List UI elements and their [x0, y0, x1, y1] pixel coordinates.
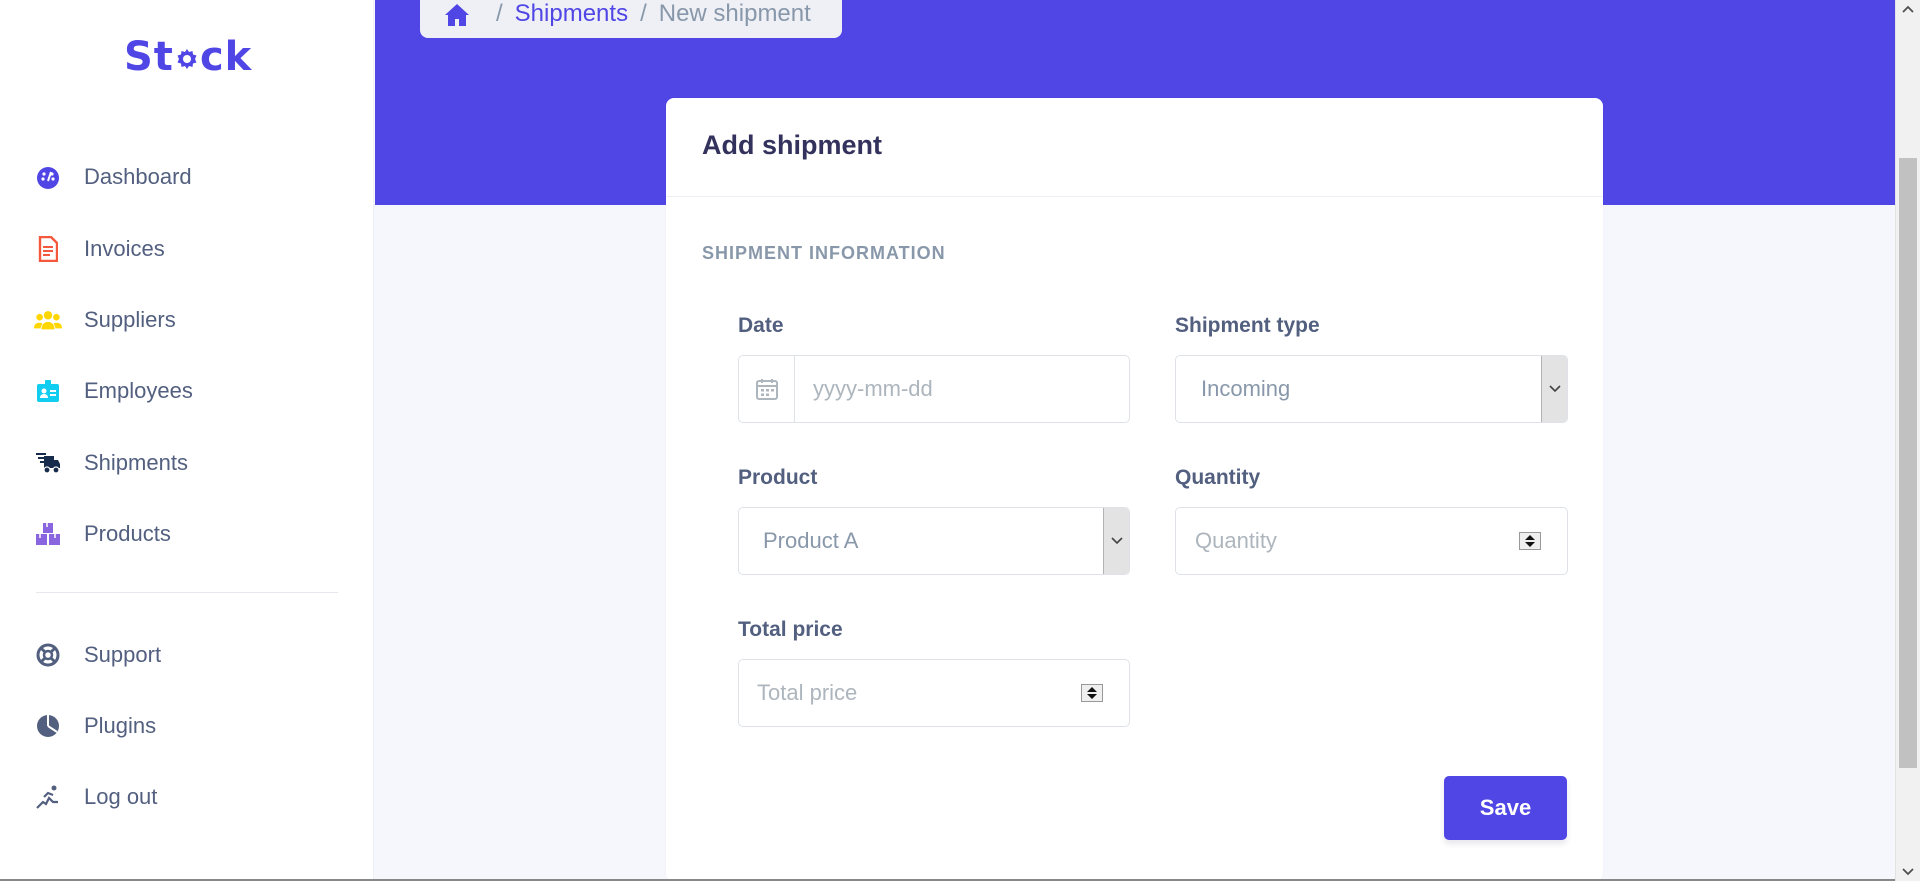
running-logout-icon [34, 783, 62, 811]
spinner-arrows-icon [1087, 687, 1097, 699]
save-button[interactable]: Save [1444, 776, 1567, 840]
sidebar-item-label: Products [84, 521, 171, 546]
add-shipment-card: Add shipment SHIPMENT INFORMATION Date y… [666, 98, 1603, 881]
product-value: Product A [763, 528, 859, 553]
total-price-input[interactable]: Total price [738, 659, 1130, 727]
spinner-arrows-icon [1525, 535, 1535, 547]
calendar-icon [755, 379, 778, 400]
logo-text-start: St [124, 34, 174, 80]
truck-fast-icon [34, 449, 62, 477]
sidebar-item-shipments[interactable]: Shipments [34, 443, 188, 483]
pie-chart-icon [34, 712, 62, 740]
sidebar-item-label: Support [84, 642, 162, 667]
total-price-placeholder: Total price [757, 680, 858, 705]
id-badge-icon [34, 377, 62, 405]
breadcrumb: / Shipments / New shipment [420, 0, 842, 38]
total-price-spinner[interactable] [1081, 684, 1103, 702]
breadcrumb-current: New shipment [658, 0, 811, 27]
date-label: Date [738, 314, 784, 337]
sidebar-item-plugins[interactable]: Plugins [34, 706, 156, 746]
shipment-type-label: Shipment type [1175, 314, 1320, 337]
sidebar-item-label: Suppliers [84, 307, 176, 332]
date-placeholder: yyyy-mm-dd [813, 376, 933, 401]
sidebar-item-label: Shipments [84, 450, 188, 475]
select-dropdown-button[interactable] [1103, 508, 1129, 574]
breadcrumb-separator: / [496, 0, 503, 27]
breadcrumb-separator: / [640, 0, 647, 27]
dashboard-gauge-icon [34, 163, 62, 191]
scroll-up-arrow-icon[interactable] [1902, 4, 1914, 14]
chevron-down-icon [1548, 385, 1561, 393]
scrollbar-thumb[interactable] [1899, 158, 1917, 768]
shipment-type-value: Incoming [1201, 376, 1291, 401]
date-field[interactable]: yyyy-mm-dd [738, 355, 1130, 423]
quantity-input[interactable]: Quantity [1175, 507, 1568, 575]
chevron-down-icon [1110, 537, 1123, 545]
sidebar-item-label: Employees [84, 378, 193, 403]
card-title: Add shipment [702, 130, 882, 160]
sidebar-item-label: Log out [84, 784, 158, 809]
sidebar-item-label: Invoices [84, 236, 165, 261]
product-label: Product [738, 466, 818, 489]
select-dropdown-button[interactable] [1541, 356, 1567, 422]
logo-text-end: ck [199, 34, 253, 80]
sidebar-divider [36, 592, 338, 593]
sidebar-item-label: Plugins [84, 713, 157, 738]
breadcrumb-link-shipments[interactable]: Shipments [515, 0, 628, 28]
home-icon[interactable] [444, 3, 470, 27]
shipment-type-select[interactable]: Incoming [1175, 355, 1568, 423]
sidebar-item-label: Dashboard [84, 164, 192, 189]
sidebar-item-dashboard[interactable]: Dashboard [34, 157, 192, 197]
quantity-label: Quantity [1175, 466, 1261, 489]
quantity-spinner[interactable] [1519, 532, 1541, 550]
sidebar: St ck Dashboard Invoices Suppliers Emplo… [0, 0, 374, 881]
gear-logo-icon [177, 49, 197, 69]
product-select[interactable]: Product A [738, 507, 1130, 575]
users-group-icon [34, 306, 62, 334]
sidebar-item-suppliers[interactable]: Suppliers [34, 300, 176, 340]
invoice-file-icon [34, 235, 62, 263]
calendar-addon [739, 356, 795, 422]
boxes-icon [34, 520, 62, 548]
card-header: Add shipment [666, 98, 1603, 197]
sidebar-item-support[interactable]: Support [34, 635, 161, 675]
section-title: SHIPMENT INFORMATION [702, 243, 946, 263]
life-ring-icon [34, 641, 62, 669]
vertical-scrollbar[interactable] [1895, 0, 1920, 881]
total-price-label: Total price [738, 618, 843, 641]
quantity-placeholder: Quantity [1195, 528, 1277, 553]
sidebar-item-employees[interactable]: Employees [34, 371, 193, 411]
stock-logo[interactable]: St ck [124, 34, 252, 80]
sidebar-item-products[interactable]: Products [34, 514, 171, 554]
sidebar-item-invoices[interactable]: Invoices [34, 229, 165, 269]
scroll-down-arrow-icon[interactable] [1902, 867, 1914, 877]
sidebar-item-logout[interactable]: Log out [34, 777, 157, 817]
